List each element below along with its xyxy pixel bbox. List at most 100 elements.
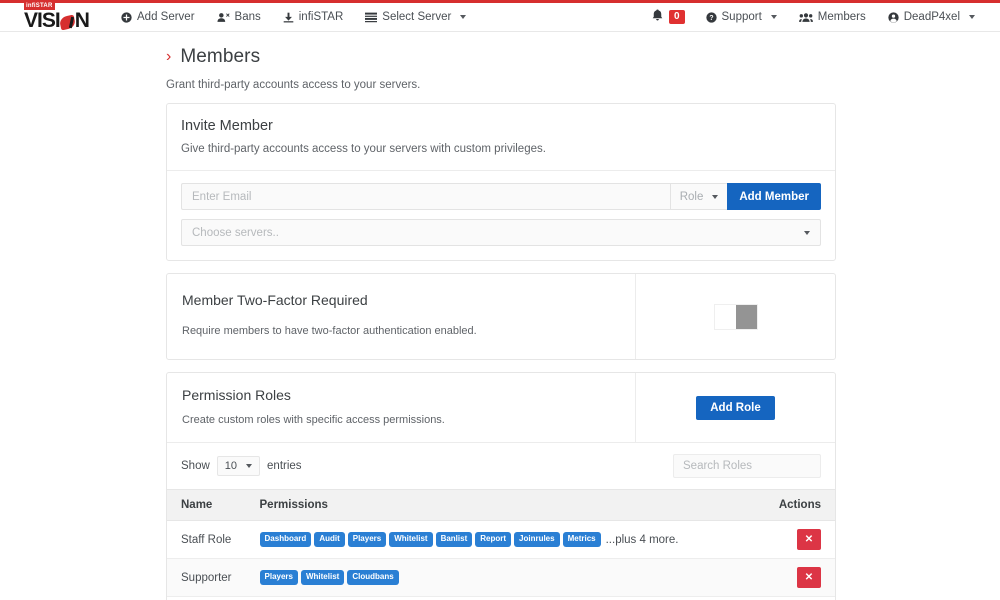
permission-roles-description: Create custom roles with specific access… [182,414,445,426]
chevron-down-icon [770,15,777,19]
brand-swoosh-icon [60,13,75,28]
role-select[interactable]: Role [669,183,728,210]
nav-item-label: Bans [234,11,261,23]
column-header-actions: Actions [745,489,835,521]
page-header: › Members [166,46,1000,68]
permission-badge: Dashboard [259,532,312,547]
column-header-name: Name [167,489,246,521]
nav-item-add-server[interactable]: Add Server [110,3,206,32]
nav-item-label: Add Server [137,11,195,23]
add-member-button[interactable]: Add Member [727,183,821,210]
role-name-cell: Supporter [167,558,246,597]
toggle-half-right [735,304,757,329]
nav-item-infistar[interactable]: infiSTAR [272,3,355,32]
brand-wordmark: VISI N [24,10,110,31]
invite-member-title: Invite Member [181,118,273,134]
nav-item-label: infiSTAR [298,11,344,23]
nav-item-support[interactable]: ? Support [695,3,788,32]
permission-badge: Metrics [562,532,601,547]
permission-badge: Joinrules [514,532,560,547]
permission-badge: Report [475,532,512,547]
chevron-down-icon [712,194,719,199]
role-actions-cell: ✕ [745,520,835,559]
notification-count-badge: 0 [668,10,685,24]
invite-member-header: Invite Member Give third-party accounts … [167,104,835,170]
brand-text-first: VISI [24,8,61,32]
permission-badge: Banlist [435,532,473,547]
permission-roles-header: Permission Roles Create custom roles wit… [167,373,835,442]
download-icon [283,12,294,23]
table-body: Staff Role Dashboard Audit Players White… [167,520,835,597]
toggle-half-left [714,304,736,329]
permission-roles-info: Permission Roles Create custom roles wit… [167,373,635,442]
permission-badge: Cloudbans [347,570,399,585]
show-label: Show [181,460,210,472]
choose-servers-placeholder: Choose servers.. [192,226,279,239]
delete-role-button[interactable]: ✕ [797,567,821,588]
chevron-down-icon [460,15,467,19]
two-factor-title: Member Two-Factor Required [182,292,368,308]
bell-icon [652,8,663,26]
choose-servers-select[interactable]: Choose servers.. [181,219,821,246]
permission-badge: Whitelist [389,532,433,547]
table-head: Name Permissions Actions [167,489,835,521]
page-subtitle: Grant third-party accounts access to you… [166,79,421,91]
role-permissions-cell: Players Whitelist Cloudbans [245,558,745,597]
nav-item-label: Members [817,11,866,23]
user-circle-icon [888,11,899,23]
table-row: Staff Role Dashboard Audit Players White… [167,520,835,559]
permission-badge: Whitelist [300,570,345,585]
page-length-select[interactable]: 10 [216,456,261,476]
brand-superscript: infiSTAR [24,2,55,10]
navbar: infiSTAR VISI N Add Server Bans infiSTAR [0,2,1000,32]
chevron-down-icon [804,230,810,235]
permission-roles-card: Permission Roles Create custom roles wit… [166,372,836,600]
brand-logo[interactable]: infiSTAR VISI N [0,2,110,32]
two-factor-toggle[interactable] [713,303,758,330]
nav-item-user-profile[interactable]: DeadP4xel [877,3,986,32]
users-icon [798,12,813,23]
search-roles-input[interactable] [673,454,821,478]
table-row: Supporter Players Whitelist Cloudbans ✕ [167,558,835,597]
plus-circle-icon [121,11,132,23]
svg-text:?: ? [709,15,713,22]
member-two-factor-card: Member Two-Factor Required Require membe… [166,273,836,360]
entries-label: entries [267,460,302,472]
role-permissions-cell: Dashboard Audit Players Whitelist Banlis… [245,520,745,559]
role-select-label: Role [679,190,704,203]
navbar-left-group: Add Server Bans infiSTAR Select Server [110,3,477,32]
two-factor-info: Member Two-Factor Required Require membe… [167,274,635,359]
datatable-controls: Show 10 entries [167,442,835,489]
page-length-value: 10 [224,460,238,472]
permission-badge-list: Players Whitelist Cloudbans [259,570,731,585]
delete-role-button[interactable]: ✕ [797,529,821,550]
brand-text-last: N [74,8,90,32]
email-input[interactable] [181,183,670,210]
permission-roles-table: Name Permissions Actions Staff Role Dash… [167,489,835,597]
column-header-permissions: Permissions [245,489,745,521]
permission-badge-list: Dashboard Audit Players Whitelist Banlis… [259,532,731,547]
notifications-button[interactable]: 0 [642,8,695,26]
invite-member-body: Role Add Member Choose servers.. [167,170,835,260]
nav-item-select-server[interactable]: Select Server [354,3,477,32]
invite-member-description: Give third-party accounts access to your… [181,143,546,155]
chevron-down-icon [969,15,975,19]
question-circle-icon: ? [705,11,717,23]
add-role-button[interactable]: Add Role [696,395,775,420]
nav-item-label: Support [721,11,762,23]
add-role-cell: Add Role [635,373,835,442]
permission-badge: Players [347,532,387,547]
invite-input-group: Role Add Member [181,183,821,210]
nav-item-label: DeadP4xel [903,11,960,23]
nav-item-bans[interactable]: Bans [206,3,272,32]
page-title: Members [180,46,261,67]
invite-member-card: Invite Member Give third-party accounts … [166,103,836,261]
page-content: › Members Grant third-party accounts acc… [0,32,1000,600]
permission-roles-title: Permission Roles [182,387,291,403]
role-name-cell: Staff Role [167,520,246,559]
breadcrumb-chevron-icon: › [166,48,172,65]
permission-badge: Players [259,570,298,585]
role-actions-cell: ✕ [745,558,835,597]
nav-item-members[interactable]: Members [788,3,877,32]
two-factor-description: Require members to have two-factor authe… [182,325,477,337]
